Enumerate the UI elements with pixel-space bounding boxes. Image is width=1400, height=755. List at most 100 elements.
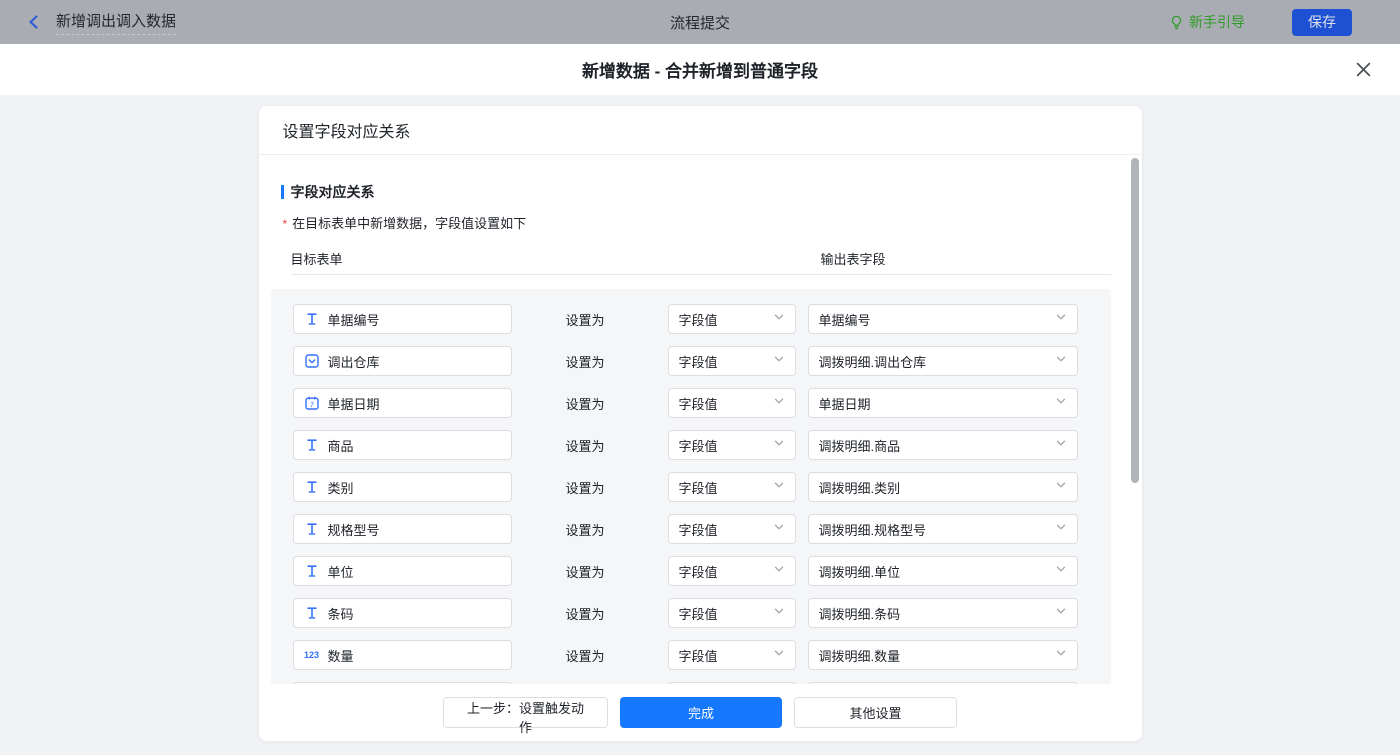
target-field-label: 单据日期	[328, 394, 380, 413]
output-field-select[interactable]: 单据编号	[808, 304, 1078, 334]
column-header-target: 目标表单	[291, 252, 343, 267]
target-field-input[interactable]: 商品	[293, 430, 512, 460]
svg-text:7: 7	[309, 400, 313, 409]
vertical-scrollbar[interactable]	[1131, 158, 1139, 483]
set-as-label: 设置为	[566, 562, 668, 581]
value-type-select[interactable]: 字段值	[668, 640, 796, 670]
output-field-label: 调拨明细.调出仓库	[819, 352, 927, 371]
value-type-select[interactable]: 字段值	[668, 598, 796, 628]
chevron-down-icon	[773, 436, 785, 454]
value-type-label: 字段值	[679, 310, 718, 329]
target-field-label: 单位	[328, 562, 354, 581]
output-field-select[interactable]: 调拨明细.规格型号	[808, 514, 1078, 544]
set-as-label: 设置为	[566, 520, 668, 539]
section-title: 字段对应关系	[291, 182, 375, 202]
value-type-label: 字段值	[679, 646, 718, 665]
previous-step-button[interactable]: 上一步：设置触发动作	[443, 697, 608, 728]
value-type-label: 字段值	[679, 394, 718, 413]
target-field-input[interactable]: 条码	[293, 598, 512, 628]
flow-title[interactable]: 新增调出调入数据	[56, 10, 176, 35]
text-field-icon	[304, 312, 320, 326]
target-field-input[interactable]: 单据编号	[293, 304, 512, 334]
chevron-down-icon	[1055, 436, 1067, 454]
output-field-label: 调拨明细.类别	[819, 478, 901, 497]
newbie-guide-link[interactable]: 新手引导	[1169, 12, 1245, 32]
chevron-down-icon	[1055, 604, 1067, 622]
chevron-down-icon	[773, 604, 785, 622]
text-field-icon	[304, 522, 320, 536]
chevron-down-icon	[773, 478, 785, 496]
select-field-icon	[304, 354, 320, 368]
newbie-guide-label: 新手引导	[1189, 12, 1245, 32]
value-type-label: 字段值	[679, 352, 718, 371]
target-field-input[interactable]: 7 单据日期	[293, 388, 512, 418]
output-field-select[interactable]: 调拨明细.数量	[808, 640, 1078, 670]
section-hint: *在目标表单中新增数据，字段值设置如下	[283, 213, 1142, 232]
number-field-icon: 123	[304, 650, 320, 660]
output-field-select[interactable]: 调拨明细.类别	[808, 472, 1078, 502]
output-field-label: 调拨明细.数量	[819, 646, 901, 665]
field-mapping-panel: 单据编号设置为字段值单据编号调出仓库设置为字段值调拨明细.调出仓库7单据日期设置…	[271, 289, 1111, 684]
target-field-input[interactable]: 单位	[293, 556, 512, 586]
value-type-select[interactable]: 字段值	[668, 472, 796, 502]
output-field-label: 单据日期	[819, 394, 871, 413]
output-field-select[interactable]: 调拨明细.单位	[808, 556, 1078, 586]
value-type-label: 字段值	[679, 604, 718, 623]
set-as-label: 设置为	[566, 478, 668, 497]
other-settings-button[interactable]: 其他设置	[794, 697, 957, 728]
close-button[interactable]	[1352, 58, 1374, 80]
output-field-label: 调拨明细.单位	[819, 562, 901, 581]
text-field-icon	[304, 564, 320, 578]
settings-card: 设置字段对应关系 字段对应关系 *在目标表单中新增数据，字段值设置如下 目标表单…	[259, 106, 1142, 741]
field-mapping-row: 7单据日期设置为字段值单据日期	[293, 388, 1111, 418]
value-type-select[interactable]: 字段值	[668, 556, 796, 586]
set-as-label: 设置为	[566, 352, 668, 371]
modal-header: 新增数据 - 合并新增到普通字段	[0, 44, 1400, 95]
finish-button[interactable]: 完成	[620, 697, 782, 728]
output-field-select[interactable]: 调拨明细.条码	[808, 598, 1078, 628]
target-field-input[interactable]: 调出仓库	[293, 346, 512, 376]
field-mapping-row: 单位 设置为字段值 调拨明细.单位	[293, 556, 1111, 586]
card-content: 字段对应关系 *在目标表单中新增数据，字段值设置如下 目标表单 输出表字段 单据…	[259, 155, 1142, 684]
card-title: 设置字段对应关系	[259, 106, 1142, 155]
target-field-label: 数量	[328, 646, 354, 665]
target-field-input[interactable]: 类别	[293, 472, 512, 502]
target-field-input[interactable]: 规格型号	[293, 514, 512, 544]
text-field-icon	[304, 606, 320, 620]
field-mapping-row: 类别 设置为字段值 调拨明细.类别	[293, 472, 1111, 502]
value-type-select[interactable]: 字段值	[668, 514, 796, 544]
chevron-left-icon	[26, 14, 42, 30]
chevron-down-icon	[1055, 562, 1067, 580]
field-mapping-row: 123 数量 设置为字段值 调拨明细.数量	[293, 640, 1111, 670]
chevron-down-icon	[1055, 310, 1067, 328]
value-type-select[interactable]: 字段值	[668, 388, 796, 418]
chevron-down-icon	[773, 562, 785, 580]
target-field-input[interactable]: 123 数量	[293, 640, 512, 670]
modal-title: 新增数据 - 合并新增到普通字段	[582, 57, 818, 82]
chevron-down-icon	[1055, 646, 1067, 664]
chevron-down-icon	[773, 394, 785, 412]
output-field-select[interactable]: 调拨明细.商品	[808, 430, 1078, 460]
target-field-label: 单据编号	[328, 310, 380, 329]
target-field-label: 类别	[328, 478, 354, 497]
chevron-down-icon	[1055, 520, 1067, 538]
output-field-label: 调拨明细.商品	[819, 436, 901, 455]
back-button[interactable]	[22, 10, 46, 34]
section-accent-bar	[281, 185, 284, 199]
value-type-select[interactable]: 字段值	[668, 304, 796, 334]
output-field-select[interactable]: 调拨明细.调出仓库	[808, 346, 1078, 376]
value-type-label: 字段值	[679, 562, 718, 581]
output-field-label: 调拨明细.条码	[819, 604, 901, 623]
text-field-icon	[304, 480, 320, 494]
output-field-select[interactable]: 单据日期	[808, 388, 1078, 418]
save-button[interactable]: 保存	[1292, 9, 1352, 36]
target-field-label: 条码	[328, 604, 354, 623]
value-type-label: 字段值	[679, 436, 718, 455]
value-type-select[interactable]: 字段值	[668, 430, 796, 460]
close-icon	[1355, 61, 1372, 78]
set-as-label: 设置为	[566, 646, 668, 665]
modal-body: 设置字段对应关系 字段对应关系 *在目标表单中新增数据，字段值设置如下 目标表单…	[0, 95, 1400, 755]
value-type-select[interactable]: 字段值	[668, 346, 796, 376]
value-type-label: 字段值	[679, 478, 718, 497]
field-mapping-row: 规格型号 设置为字段值调拨明细.规格型号	[293, 514, 1111, 544]
